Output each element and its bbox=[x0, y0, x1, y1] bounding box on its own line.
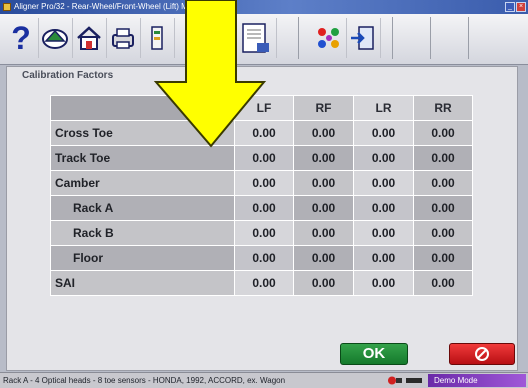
value-cell[interactable]: 0.00 bbox=[234, 195, 294, 221]
window-controls: _ × bbox=[505, 2, 526, 12]
value-cell[interactable]: 0.00 bbox=[234, 245, 294, 271]
row-label-sai: SAI bbox=[50, 270, 235, 296]
exit-button[interactable] bbox=[346, 18, 381, 58]
row-label-camber: Camber bbox=[50, 170, 235, 196]
toolbar-separator bbox=[430, 17, 431, 59]
vehicle-specs-button[interactable] bbox=[38, 18, 73, 58]
print-button[interactable] bbox=[106, 18, 141, 58]
calibration-dots-icon bbox=[318, 28, 339, 48]
close-button[interactable]: × bbox=[516, 2, 526, 12]
toolbar: ? bbox=[0, 14, 528, 65]
toolbar-separator bbox=[228, 17, 229, 59]
column-header-lf: LF bbox=[234, 95, 294, 121]
value-cell[interactable]: 0.00 bbox=[353, 195, 414, 221]
status-icons bbox=[387, 375, 427, 386]
home-icon bbox=[77, 26, 101, 50]
toolbar-separator bbox=[392, 17, 393, 59]
app-icon bbox=[3, 3, 11, 11]
value-cell[interactable]: 0.00 bbox=[353, 145, 414, 171]
value-cell[interactable]: 0.00 bbox=[413, 270, 473, 296]
home-button[interactable] bbox=[72, 18, 107, 58]
title-bar: Aligner Pro/32 - Rear-Wheel/Front-Wheel … bbox=[0, 0, 528, 14]
report-icon bbox=[242, 23, 269, 53]
sensor-status-icon bbox=[388, 376, 402, 385]
value-cell[interactable]: 0.00 bbox=[234, 170, 294, 196]
column-header-rr: RR bbox=[413, 95, 473, 121]
value-cell[interactable]: 0.00 bbox=[293, 120, 354, 146]
value-cell[interactable]: 0.00 bbox=[293, 220, 354, 246]
toolbar-separator bbox=[298, 17, 299, 59]
value-cell[interactable]: 0.00 bbox=[293, 270, 354, 296]
row-label-track-toe: Track Toe bbox=[50, 145, 235, 171]
value-cell[interactable]: 0.00 bbox=[413, 195, 473, 221]
value-cell[interactable]: 0.00 bbox=[353, 270, 414, 296]
value-cell[interactable]: 0.00 bbox=[234, 145, 294, 171]
vehicle-specs-icon bbox=[42, 29, 68, 49]
help-button[interactable]: ? bbox=[4, 18, 39, 58]
table-row: SAI 0.00 0.00 0.00 0.00 bbox=[50, 270, 473, 296]
cancel-icon bbox=[475, 347, 489, 361]
table-row: Floor 0.00 0.00 0.00 0.00 bbox=[50, 245, 473, 271]
value-cell[interactable]: 0.00 bbox=[353, 120, 414, 146]
minimize-button[interactable]: _ bbox=[505, 2, 515, 12]
table-row: Track Toe 0.00 0.00 0.00 0.00 bbox=[50, 145, 473, 171]
value-cell[interactable]: 0.00 bbox=[293, 245, 354, 271]
ok-button[interactable]: OK bbox=[340, 343, 408, 365]
report-button[interactable] bbox=[236, 18, 277, 58]
panel-title: Calibration Factors bbox=[22, 70, 114, 81]
value-cell[interactable]: 0.00 bbox=[413, 245, 473, 271]
exit-icon bbox=[351, 26, 374, 50]
tools-button[interactable] bbox=[140, 18, 175, 58]
table-row: Camber 0.00 0.00 0.00 0.00 bbox=[50, 170, 473, 196]
value-cell[interactable]: 0.00 bbox=[293, 195, 354, 221]
print-icon bbox=[112, 28, 134, 49]
table-row: Cross Toe 0.00 0.00 0.00 0.00 bbox=[50, 120, 473, 146]
calibration-table: LF RF LR RR Cross Toe 0.00 0.00 0.00 0.0… bbox=[50, 95, 473, 296]
value-cell[interactable]: 0.00 bbox=[353, 220, 414, 246]
row-label-rack-a: Rack A bbox=[50, 195, 235, 221]
value-cell[interactable]: 0.00 bbox=[413, 220, 473, 246]
value-cell[interactable]: 0.00 bbox=[353, 170, 414, 196]
value-cell[interactable]: 0.00 bbox=[234, 270, 294, 296]
value-cell[interactable]: 0.00 bbox=[413, 120, 473, 146]
value-cell[interactable]: 0.00 bbox=[293, 145, 354, 171]
status-bar: Rack A - 4 Optical heads - 8 toe sensors… bbox=[0, 372, 528, 388]
table-header-row: LF RF LR RR bbox=[50, 95, 473, 121]
connection-status-icon bbox=[406, 378, 422, 383]
mode-badge: Demo Mode bbox=[428, 374, 526, 387]
row-label-floor: Floor bbox=[50, 245, 235, 271]
row-label-rack-b: Rack B bbox=[50, 220, 235, 246]
row-label-cross-toe: Cross Toe bbox=[50, 120, 235, 146]
toolbar-separator bbox=[468, 17, 469, 59]
value-cell[interactable]: 0.00 bbox=[413, 170, 473, 196]
value-cell[interactable]: 0.00 bbox=[234, 220, 294, 246]
value-cell[interactable]: 0.00 bbox=[413, 145, 473, 171]
table-row: Rack B 0.00 0.00 0.00 0.00 bbox=[50, 220, 473, 246]
help-icon: ? bbox=[11, 20, 31, 56]
tools-icon bbox=[151, 26, 163, 50]
cancel-button[interactable] bbox=[449, 343, 515, 365]
column-header-rf: RF bbox=[293, 95, 354, 121]
calibration-dots-button[interactable] bbox=[312, 18, 347, 58]
window-title: Aligner Pro/32 - Rear-Wheel/Front-Wheel … bbox=[14, 2, 202, 11]
value-cell[interactable]: 0.00 bbox=[353, 245, 414, 271]
table-corner bbox=[50, 95, 235, 121]
column-header-lr: LR bbox=[353, 95, 414, 121]
status-text: Rack A - 4 Optical heads - 8 toe sensors… bbox=[3, 376, 286, 385]
value-cell[interactable]: 0.00 bbox=[234, 120, 294, 146]
table-row: Rack A 0.00 0.00 0.00 0.00 bbox=[50, 195, 473, 221]
value-cell[interactable]: 0.00 bbox=[293, 170, 354, 196]
